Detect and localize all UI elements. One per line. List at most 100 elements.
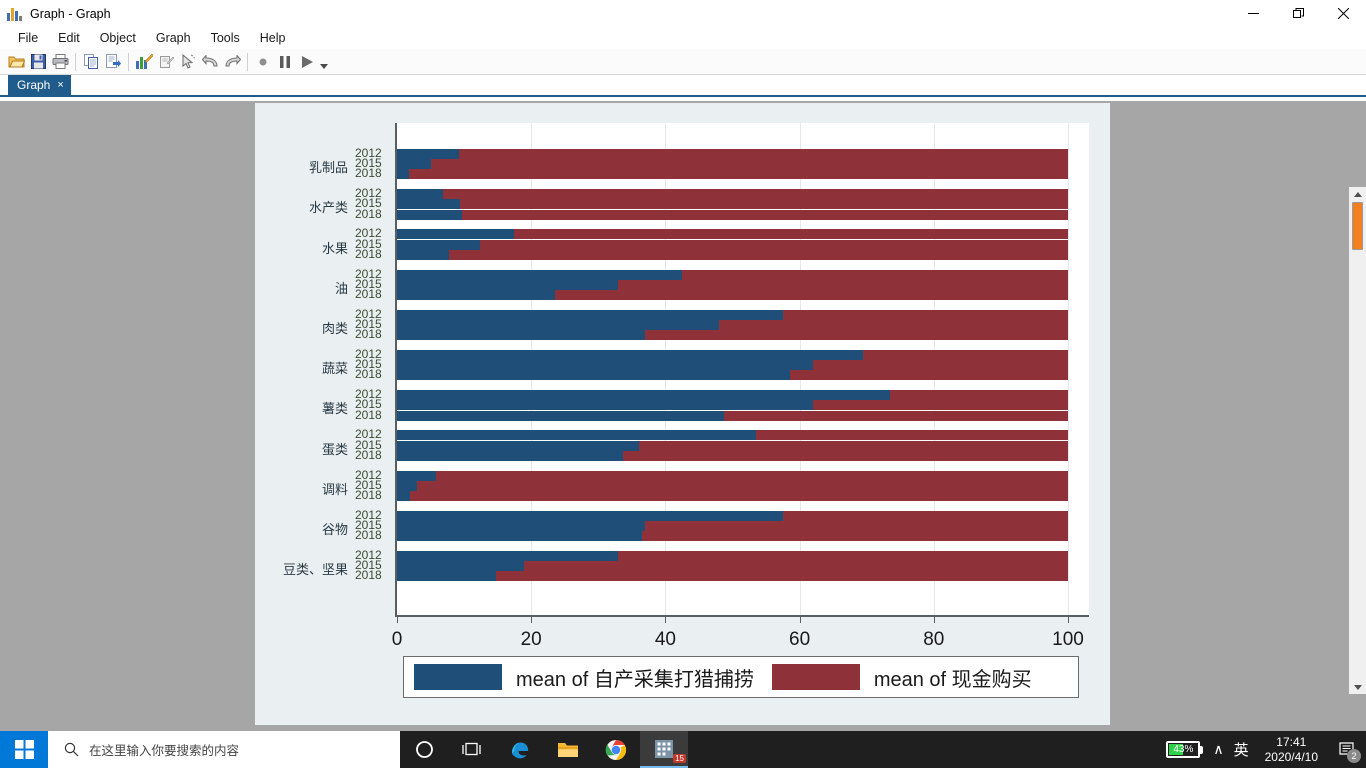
menu-help[interactable]: Help — [250, 29, 296, 47]
clock[interactable]: 17:41 2020/4/10 — [1259, 735, 1324, 765]
undo-icon[interactable] — [199, 51, 221, 73]
cortana-icon[interactable] — [400, 731, 448, 768]
open-icon[interactable] — [5, 51, 27, 73]
scroll-down-icon[interactable] — [1349, 680, 1366, 694]
copy-to-icon[interactable] — [102, 51, 124, 73]
stacked-bar — [395, 480, 1089, 491]
overflow-caret-icon[interactable] — [318, 51, 330, 73]
scroll-up-icon[interactable] — [1349, 187, 1366, 201]
category-label: 豆类、坚果 — [282, 562, 348, 578]
save-icon[interactable] — [27, 51, 49, 73]
bar-segment-self-produced — [397, 229, 515, 240]
legend-label-red: mean of 现金购买 — [873, 668, 1032, 691]
window-title: Graph - Graph — [30, 6, 111, 21]
tab-graph[interactable]: Graph × — [8, 75, 71, 95]
bar-segment-cash-purchase — [782, 510, 1068, 521]
search-input[interactable]: 在这里输入你要搜索的内容 — [48, 731, 400, 768]
stacked-bar — [395, 199, 1089, 210]
stacked-bar — [395, 571, 1089, 582]
stacked-bar — [395, 370, 1089, 381]
copy-icon[interactable] — [80, 51, 102, 73]
bar-segment-cash-purchase — [435, 470, 1068, 481]
bar-segment-self-produced — [397, 370, 790, 381]
menu-tools[interactable]: Tools — [201, 29, 250, 47]
year-label: 2018 — [355, 528, 382, 543]
stata-icon[interactable]: 15 — [640, 731, 688, 768]
bar-segment-self-produced — [397, 309, 783, 320]
bar-segment-self-produced — [397, 551, 619, 561]
bar-segment-cash-purchase — [514, 229, 1068, 240]
notification-center-icon[interactable]: 2 — [1334, 731, 1361, 768]
menu-object[interactable]: Object — [90, 29, 146, 47]
x-axis — [395, 615, 1089, 617]
category-label: 油 — [334, 280, 348, 296]
stacked-bar — [395, 410, 1089, 421]
notification-badge: 2 — [1347, 749, 1361, 763]
toolbar-separator — [75, 52, 76, 71]
scrollbar-thumb[interactable] — [1352, 202, 1363, 250]
vertical-scrollbar[interactable] — [1349, 187, 1366, 694]
start-button[interactable] — [0, 731, 48, 768]
bar-segment-cash-purchase — [789, 370, 1068, 381]
stacked-bar — [395, 290, 1089, 300]
battery-percent: 43% — [1173, 744, 1194, 755]
year-label: 2018 — [355, 447, 382, 462]
stacked-bar — [395, 320, 1089, 330]
year-label: 2018 — [355, 488, 382, 502]
bar-segment-self-produced — [397, 169, 410, 180]
bar-segment-cash-purchase — [641, 531, 1068, 542]
stacked-bar — [395, 169, 1089, 180]
menu-file[interactable]: File — [8, 29, 48, 47]
pause-icon[interactable] — [274, 51, 296, 73]
ime-indicator[interactable]: 英 — [1234, 739, 1249, 760]
bar-segment-self-produced — [397, 159, 432, 170]
stacked-bar — [395, 450, 1089, 461]
print-icon[interactable] — [49, 51, 71, 73]
stacked-bar — [395, 510, 1089, 521]
bar-segment-self-produced — [397, 491, 411, 501]
bar-segment-self-produced — [397, 279, 619, 290]
edit-object-icon[interactable] — [155, 51, 177, 73]
restore-button[interactable] — [1276, 0, 1321, 27]
bar-segment-cash-purchase — [443, 189, 1068, 200]
task-view-icon[interactable] — [448, 731, 496, 768]
stacked-bar — [395, 521, 1089, 531]
close-icon[interactable]: × — [57, 79, 63, 91]
year-label: 2018 — [355, 407, 382, 422]
title-bar: Graph - Graph — [0, 0, 1366, 27]
category-label: 肉类 — [321, 321, 348, 336]
stacked-bar — [395, 551, 1089, 561]
x-tick-label: 100 — [1052, 629, 1084, 650]
bar-segment-self-produced — [397, 561, 525, 572]
stacked-bar — [395, 149, 1089, 159]
bar-segment-self-produced — [397, 521, 646, 531]
bar-segment-self-produced — [397, 410, 725, 421]
bar-segment-self-produced — [397, 450, 624, 461]
menu-edit[interactable]: Edit — [48, 29, 90, 47]
x-tick-label: 40 — [654, 629, 676, 650]
close-button[interactable] — [1321, 0, 1366, 27]
bar-segment-cash-purchase — [431, 159, 1068, 170]
tray-chevron-icon[interactable]: ∧ — [1213, 741, 1223, 758]
category-label: 蛋类 — [321, 441, 348, 457]
menu-bar: File Edit Object Graph Tools Help — [0, 27, 1366, 49]
bar-segment-self-produced — [397, 320, 720, 330]
category-label: 乳制品 — [308, 160, 348, 176]
bar-segment-self-produced — [397, 350, 864, 360]
menu-graph[interactable]: Graph — [146, 29, 201, 47]
battery-indicator[interactable]: 43% — [1166, 741, 1204, 758]
x-tick-label: 80 — [923, 629, 945, 650]
pointer-icon[interactable] — [177, 51, 199, 73]
play-icon[interactable] — [296, 51, 318, 73]
record-icon[interactable] — [252, 51, 274, 73]
bar-segment-cash-purchase — [623, 450, 1068, 461]
chrome-icon[interactable] — [592, 731, 640, 768]
edge-icon[interactable] — [496, 731, 544, 768]
minimize-button[interactable] — [1231, 0, 1276, 27]
redo-icon[interactable] — [221, 51, 243, 73]
bar-segment-cash-purchase — [449, 249, 1068, 260]
bar-segment-cash-purchase — [460, 199, 1068, 210]
graph-editor-icon[interactable] — [133, 51, 155, 73]
file-explorer-icon[interactable] — [544, 731, 592, 768]
category-label: 调料 — [321, 481, 348, 497]
